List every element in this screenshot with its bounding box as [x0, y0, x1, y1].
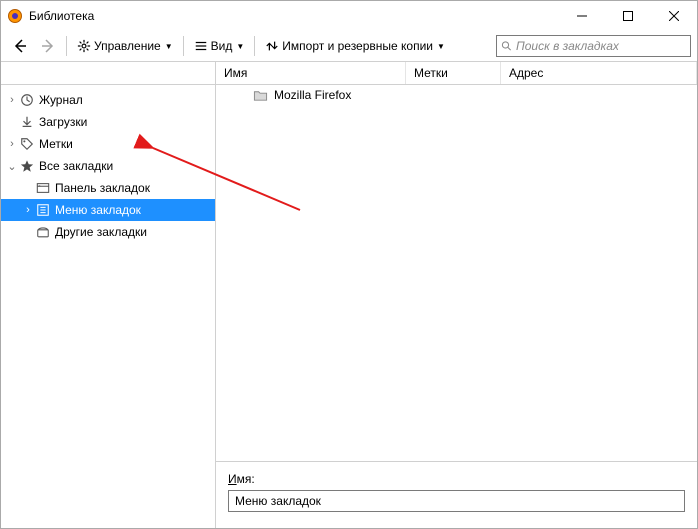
view-button[interactable]: Вид ▼ — [189, 33, 250, 59]
sidebar-tree: › Журнал Загрузки › Метки ⌄ Все закладки… — [1, 85, 216, 528]
close-button[interactable] — [651, 1, 697, 31]
other-bookmarks-icon — [35, 224, 51, 240]
name-label: Имя: — [228, 472, 685, 486]
minimize-button[interactable] — [559, 1, 605, 31]
tree-item-bookmarks-toolbar[interactable]: Панель закладок — [1, 177, 215, 199]
window-title: Библиотека — [29, 9, 559, 23]
chevron-down-icon: ▼ — [437, 42, 445, 51]
tree-item-bookmarks-menu[interactable]: › Меню закладок — [1, 199, 215, 221]
gear-icon — [77, 39, 91, 53]
separator — [183, 36, 184, 56]
separator — [66, 36, 67, 56]
tree-label: Метки — [39, 137, 73, 151]
folder-icon — [252, 87, 268, 103]
column-tags[interactable]: Метки — [406, 62, 501, 84]
tree-item-history[interactable]: › Журнал — [1, 89, 215, 111]
tree-item-all-bookmarks[interactable]: ⌄ Все закладки — [1, 155, 215, 177]
arrow-left-icon — [12, 38, 28, 54]
tree-label: Все закладки — [39, 159, 113, 173]
search-input[interactable] — [516, 39, 686, 53]
expand-icon[interactable]: › — [5, 94, 19, 106]
manage-label: Управление — [94, 39, 161, 53]
tree-item-tags[interactable]: › Метки — [1, 133, 215, 155]
clock-icon — [19, 92, 35, 108]
back-button[interactable] — [7, 33, 33, 59]
expand-icon[interactable]: › — [5, 138, 19, 150]
star-icon — [19, 158, 35, 174]
column-name[interactable]: Имя — [216, 62, 406, 84]
chevron-down-icon: ▼ — [165, 42, 173, 51]
tree-label: Панель закладок — [55, 181, 150, 195]
chevron-down-icon: ▼ — [236, 42, 244, 51]
details-pane: Имя: — [216, 461, 697, 528]
search-icon — [501, 40, 512, 52]
import-label: Импорт и резервные копии — [282, 39, 433, 53]
tree-item-downloads[interactable]: Загрузки — [1, 111, 215, 133]
search-input-wrapper[interactable] — [496, 35, 691, 57]
arrow-right-icon — [40, 38, 56, 54]
tree-label: Загрузки — [39, 115, 87, 129]
tree-label: Меню закладок — [55, 203, 141, 217]
tree-label: Журнал — [39, 93, 83, 107]
toolbar-icon — [35, 180, 51, 196]
manage-button[interactable]: Управление ▼ — [72, 33, 178, 59]
list-item-label: Mozilla Firefox — [274, 88, 351, 102]
content-list[interactable]: Mozilla Firefox — [216, 85, 697, 461]
import-export-icon — [265, 39, 279, 53]
download-icon — [19, 114, 35, 130]
tree-label: Другие закладки — [55, 225, 147, 239]
column-address[interactable]: Адрес — [501, 62, 697, 84]
collapse-icon[interactable]: ⌄ — [5, 160, 19, 173]
separator — [254, 36, 255, 56]
view-label: Вид — [211, 39, 233, 53]
list-icon — [194, 39, 208, 53]
expand-icon[interactable]: › — [21, 204, 35, 216]
tree-item-other-bookmarks[interactable]: Другие закладки — [1, 221, 215, 243]
import-backup-button[interactable]: Импорт и резервные копии ▼ — [260, 33, 450, 59]
list-item[interactable]: Mozilla Firefox — [222, 85, 697, 105]
forward-button[interactable] — [35, 33, 61, 59]
maximize-button[interactable] — [605, 1, 651, 31]
name-field[interactable] — [228, 490, 685, 512]
bookmarks-menu-icon — [35, 202, 51, 218]
app-icon — [7, 8, 23, 24]
tag-icon — [19, 136, 35, 152]
